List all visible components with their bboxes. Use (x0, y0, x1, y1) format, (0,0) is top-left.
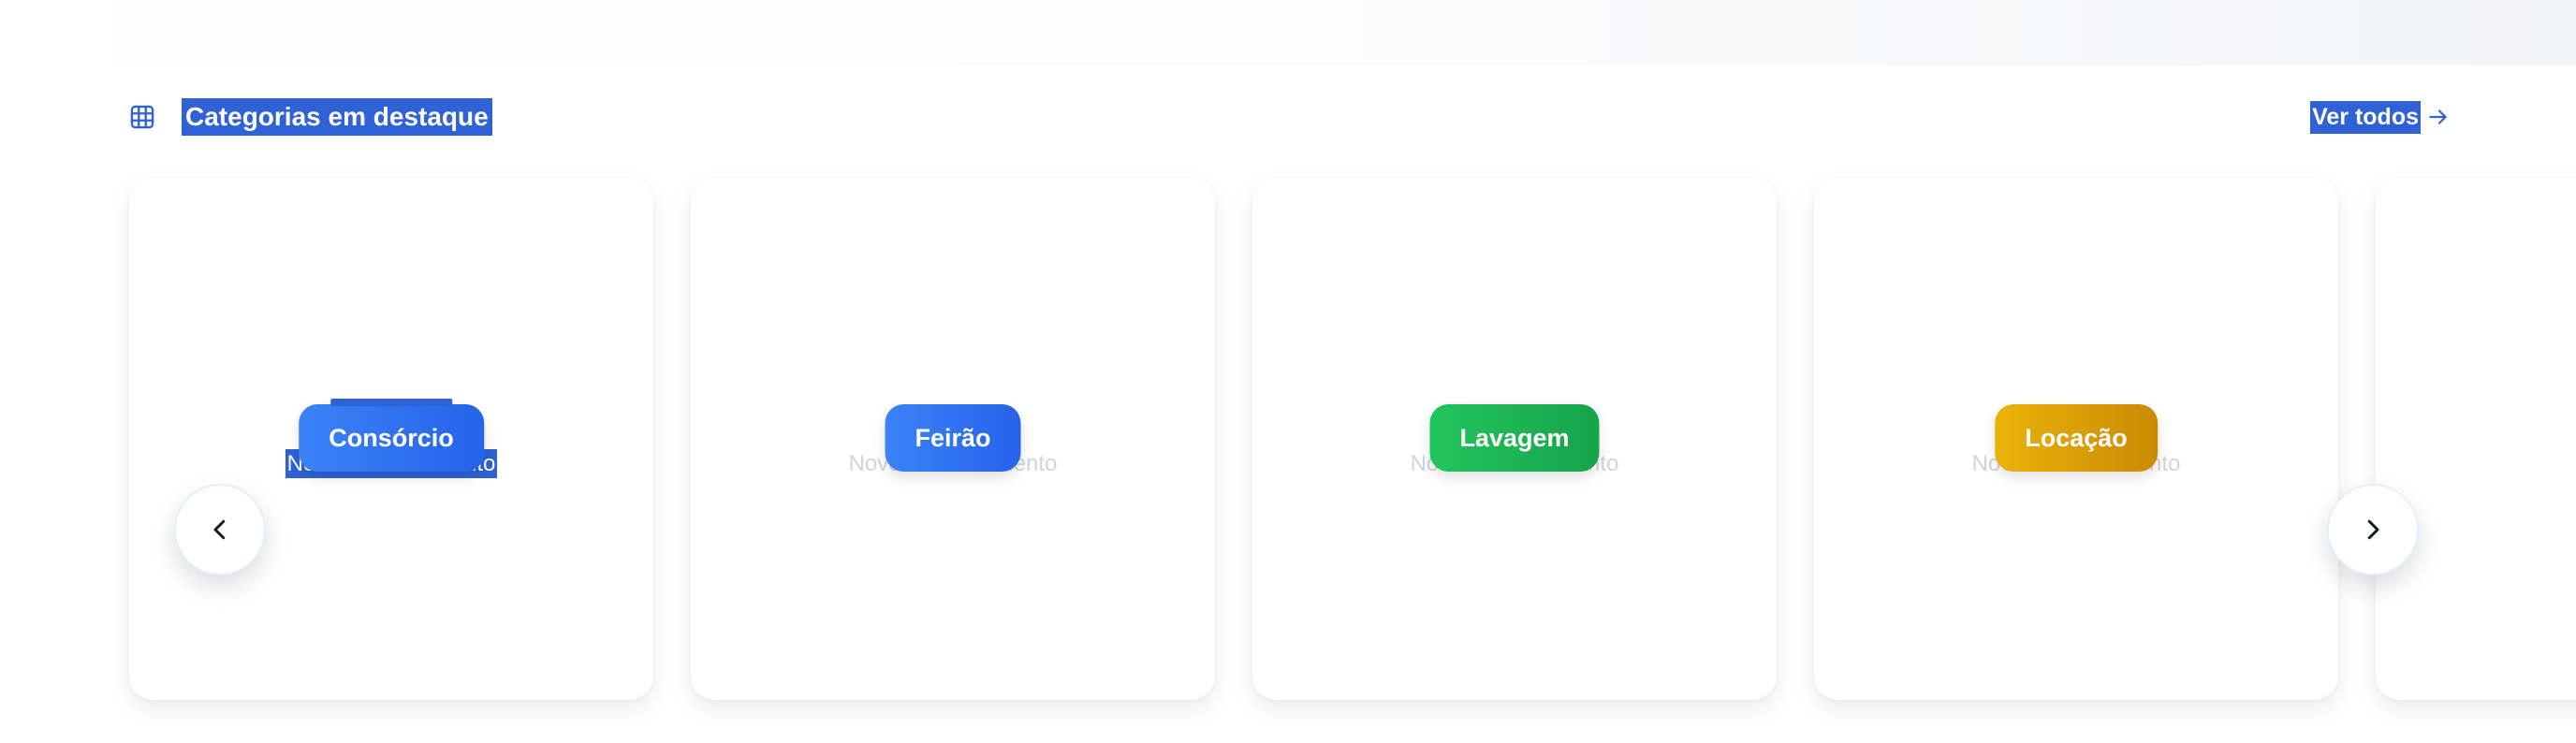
see-all-label[interactable]: Ver todos (2310, 100, 2421, 134)
see-all-link[interactable]: Ver todos (2310, 100, 2451, 134)
chevron-right-icon[interactable] (2359, 516, 2387, 544)
category-pill[interactable]: Locação (1995, 404, 2158, 472)
category-carousel: Consórcio Novo em andamento Feirão Novo … (0, 168, 2576, 730)
category-card[interactable]: Lavagem Novo em andamento (1252, 178, 1777, 700)
section-title: Categorias em destaque (182, 98, 492, 136)
grid-icon (129, 104, 155, 130)
category-card[interactable]: Feirão Novo em andamento (691, 178, 1215, 700)
carousel-next-button[interactable] (2327, 484, 2419, 575)
category-pill[interactable]: Consórcio (299, 399, 484, 472)
chevron-left-icon[interactable] (206, 516, 234, 544)
category-card[interactable]: Locação Novo em andamento (1814, 178, 2338, 700)
category-card-partial[interactable] (2376, 178, 2576, 700)
category-pill[interactable]: Feirão (885, 404, 1021, 472)
section-header: Categorias em destaque Ver todos (129, 97, 2451, 137)
top-bar-fade (0, 0, 2576, 66)
arrow-right-icon[interactable] (2426, 105, 2451, 129)
carousel-prev-button[interactable] (174, 484, 266, 575)
category-card[interactable]: Consórcio Novo em andamento (129, 178, 653, 700)
category-pill[interactable]: Lavagem (1429, 404, 1600, 472)
section-title-wrap: Categorias em destaque (129, 98, 492, 136)
